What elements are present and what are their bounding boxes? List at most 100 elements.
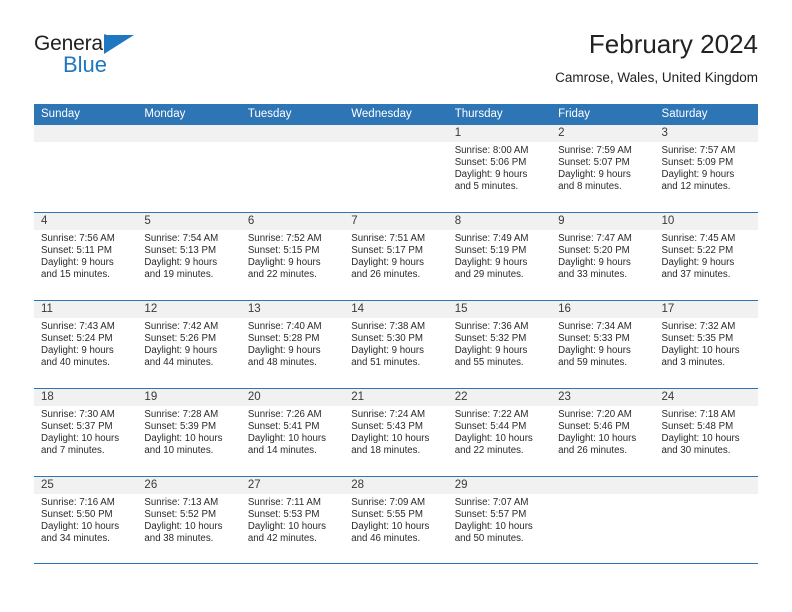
day-cell[interactable]: 4 Sunrise: 7:56 AM Sunset: 5:11 PM Dayli… <box>34 213 138 300</box>
weekday-header-saturday: Saturday <box>661 108 708 120</box>
day-number: 22 <box>447 389 552 406</box>
daylight-text: Daylight: 9 hours and 29 minutes. <box>454 257 528 281</box>
day-cell[interactable]: 3 Sunrise: 7:57 AM Sunset: 5:09 PM Dayli… <box>654 125 758 212</box>
day-cell[interactable] <box>344 125 448 212</box>
day-cell[interactable]: 2 Sunrise: 7:59 AM Sunset: 5:07 PM Dayli… <box>551 125 655 212</box>
day-number <box>654 477 758 494</box>
day-number: 26 <box>137 477 241 494</box>
sunset-text: Sunset: 5:53 PM <box>247 509 320 521</box>
page-header: General Blue February 2024 Camrose, Wale… <box>34 28 758 98</box>
sunrise-text: Sunrise: 7:07 AM <box>454 497 529 508</box>
weekday-header-tuesday: Tuesday <box>247 108 292 120</box>
page-subtitle: Camrose, Wales, United Kingdom <box>555 70 758 85</box>
day-cell[interactable]: 23 Sunrise: 7:20 AM Sunset: 5:46 PM Dayl… <box>551 389 655 476</box>
day-cell[interactable]: 17 Sunrise: 7:32 AM Sunset: 5:35 PM Dayl… <box>654 301 758 388</box>
sunset-text: Sunset: 5:55 PM <box>351 509 423 521</box>
day-number: 9 <box>551 213 655 230</box>
day-cell[interactable]: 14 Sunrise: 7:38 AM Sunset: 5:30 PM Dayl… <box>344 301 448 388</box>
day-cell[interactable]: 20 Sunrise: 7:26 AM Sunset: 5:41 PM Dayl… <box>240 389 345 476</box>
day-number: 11 <box>34 301 138 318</box>
day-info: Sunrise: 7:52 AM Sunset: 5:15 PM Dayligh… <box>241 230 344 281</box>
sunrise-text: Sunrise: 7:40 AM <box>247 321 322 332</box>
day-info: Sunrise: 7:42 AM Sunset: 5:26 PM Dayligh… <box>137 318 240 369</box>
day-number: 1 <box>447 125 552 142</box>
day-cell[interactable]: 11 Sunrise: 7:43 AM Sunset: 5:24 PM Dayl… <box>34 301 138 388</box>
sunrise-text: Sunrise: 7:47 AM <box>558 233 632 244</box>
day-cell[interactable] <box>34 125 138 212</box>
sunrise-text: Sunrise: 7:59 AM <box>558 145 632 156</box>
day-info: Sunrise: 7:32 AM Sunset: 5:35 PM Dayligh… <box>655 318 758 369</box>
day-info: Sunrise: 7:18 AM Sunset: 5:48 PM Dayligh… <box>655 406 758 457</box>
sunset-text: Sunset: 5:39 PM <box>144 421 217 433</box>
day-cell[interactable]: 24 Sunrise: 7:18 AM Sunset: 5:48 PM Dayl… <box>654 389 758 476</box>
sunrise-text: Sunrise: 7:28 AM <box>144 409 219 420</box>
day-cell[interactable] <box>240 125 345 212</box>
day-cell[interactable]: 6 Sunrise: 7:52 AM Sunset: 5:15 PM Dayli… <box>240 213 345 300</box>
day-number: 18 <box>34 389 138 406</box>
blue-triangle-icon <box>104 35 134 54</box>
weekday-header-monday: Monday <box>144 108 186 120</box>
day-cell[interactable]: 27 Sunrise: 7:11 AM Sunset: 5:53 PM Dayl… <box>240 477 345 563</box>
calendar-page: General Blue February 2024 Camrose, Wale… <box>0 0 792 612</box>
day-number: 14 <box>344 301 448 318</box>
sunrise-text: Sunrise: 7:56 AM <box>41 233 115 244</box>
day-info: Sunrise: 7:51 AM Sunset: 5:17 PM Dayligh… <box>344 230 447 281</box>
day-info: Sunrise: 8:00 AM Sunset: 5:06 PM Dayligh… <box>448 142 551 193</box>
day-number: 10 <box>654 213 758 230</box>
day-number <box>137 125 241 142</box>
day-cell[interactable]: 29 Sunrise: 7:07 AM Sunset: 5:57 PM Dayl… <box>447 477 552 563</box>
day-cell[interactable]: 5 Sunrise: 7:54 AM Sunset: 5:13 PM Dayli… <box>137 213 241 300</box>
daylight-text: Daylight: 9 hours and 8 minutes. <box>558 169 631 193</box>
day-cell[interactable]: 10 Sunrise: 7:45 AM Sunset: 5:22 PM Dayl… <box>654 213 758 300</box>
weekday-header-sunday: Sunday <box>41 108 81 120</box>
day-cell[interactable]: 25 Sunrise: 7:16 AM Sunset: 5:50 PM Dayl… <box>34 477 138 563</box>
sunset-text: Sunset: 5:48 PM <box>661 421 734 433</box>
day-cell[interactable]: 12 Sunrise: 7:42 AM Sunset: 5:26 PM Dayl… <box>137 301 241 388</box>
sunset-text: Sunset: 5:37 PM <box>41 421 113 433</box>
day-info: Sunrise: 7:26 AM Sunset: 5:41 PM Dayligh… <box>241 406 344 457</box>
day-cell[interactable]: 18 Sunrise: 7:30 AM Sunset: 5:37 PM Dayl… <box>34 389 138 476</box>
day-cell[interactable]: 19 Sunrise: 7:28 AM Sunset: 5:39 PM Dayl… <box>137 389 241 476</box>
sunset-text: Sunset: 5:22 PM <box>661 245 734 257</box>
day-cell[interactable] <box>551 477 655 563</box>
daylight-text: Daylight: 10 hours and 50 minutes. <box>454 521 533 545</box>
day-cell[interactable]: 26 Sunrise: 7:13 AM Sunset: 5:52 PM Dayl… <box>137 477 241 563</box>
day-number: 17 <box>654 301 758 318</box>
daylight-text: Daylight: 10 hours and 30 minutes. <box>661 433 740 457</box>
sunrise-text: Sunrise: 8:00 AM <box>454 145 529 156</box>
day-number <box>240 125 345 142</box>
day-info: Sunrise: 7:57 AM Sunset: 5:09 PM Dayligh… <box>655 142 758 193</box>
sunset-text: Sunset: 5:44 PM <box>454 421 527 433</box>
sunset-text: Sunset: 5:43 PM <box>351 421 423 433</box>
general-blue-logo[interactable]: General Blue <box>34 32 154 82</box>
sunset-text: Sunset: 5:07 PM <box>558 157 630 169</box>
calendar-week-row: 25 Sunrise: 7:16 AM Sunset: 5:50 PM Dayl… <box>34 476 758 564</box>
day-number: 15 <box>447 301 552 318</box>
day-info: Sunrise: 7:28 AM Sunset: 5:39 PM Dayligh… <box>137 406 240 457</box>
sunrise-text: Sunrise: 7:22 AM <box>454 409 529 420</box>
sunset-text: Sunset: 5:57 PM <box>454 509 527 521</box>
day-number <box>551 477 655 494</box>
sunset-text: Sunset: 5:35 PM <box>661 333 734 345</box>
daylight-text: Daylight: 10 hours and 38 minutes. <box>144 521 223 545</box>
day-cell[interactable]: 28 Sunrise: 7:09 AM Sunset: 5:55 PM Dayl… <box>344 477 448 563</box>
sunrise-text: Sunrise: 7:54 AM <box>144 233 219 244</box>
day-cell[interactable] <box>137 125 241 212</box>
sunset-text: Sunset: 5:32 PM <box>454 333 527 345</box>
day-cell[interactable]: 9 Sunrise: 7:47 AM Sunset: 5:20 PM Dayli… <box>551 213 655 300</box>
day-number: 21 <box>344 389 448 406</box>
day-cell[interactable]: 13 Sunrise: 7:40 AM Sunset: 5:28 PM Dayl… <box>240 301 345 388</box>
day-number: 2 <box>551 125 655 142</box>
day-info: Sunrise: 7:43 AM Sunset: 5:24 PM Dayligh… <box>34 318 137 369</box>
daylight-text: Daylight: 9 hours and 51 minutes. <box>351 345 424 369</box>
daylight-text: Daylight: 9 hours and 26 minutes. <box>351 257 424 281</box>
day-cell[interactable]: 21 Sunrise: 7:24 AM Sunset: 5:43 PM Dayl… <box>344 389 448 476</box>
day-cell[interactable]: 15 Sunrise: 7:36 AM Sunset: 5:32 PM Dayl… <box>447 301 552 388</box>
day-cell[interactable] <box>654 477 758 563</box>
day-cell[interactable]: 8 Sunrise: 7:49 AM Sunset: 5:19 PM Dayli… <box>447 213 552 300</box>
day-cell[interactable]: 22 Sunrise: 7:22 AM Sunset: 5:44 PM Dayl… <box>447 389 552 476</box>
daylight-text: Daylight: 9 hours and 19 minutes. <box>144 257 218 281</box>
day-cell[interactable]: 7 Sunrise: 7:51 AM Sunset: 5:17 PM Dayli… <box>344 213 448 300</box>
day-cell[interactable]: 1 Sunrise: 8:00 AM Sunset: 5:06 PM Dayli… <box>447 125 552 212</box>
day-cell[interactable]: 16 Sunrise: 7:34 AM Sunset: 5:33 PM Dayl… <box>551 301 655 388</box>
